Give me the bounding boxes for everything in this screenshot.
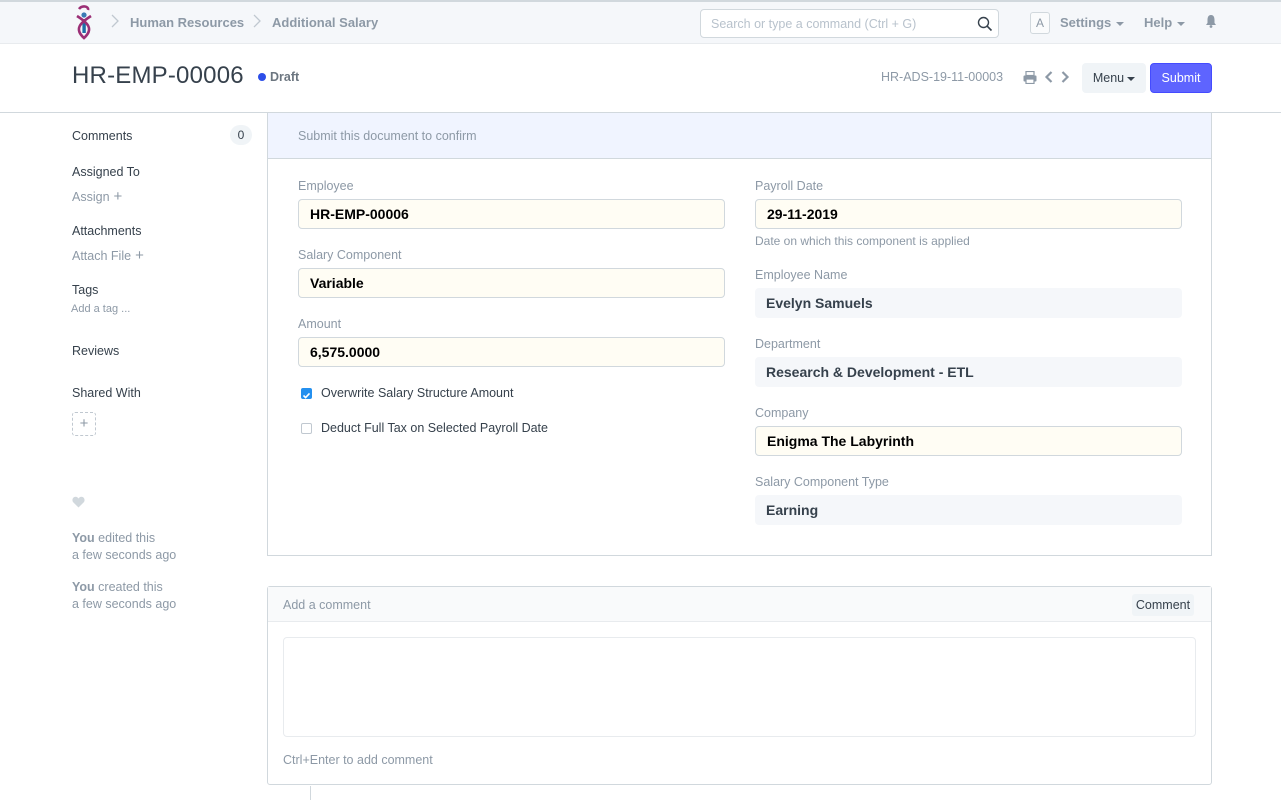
help-dropdown[interactable]: Help [1144, 15, 1186, 30]
timeline-entry: You created this a few seconds ago [72, 579, 176, 613]
document-name: HR-ADS-19-11-00003 [881, 70, 1004, 84]
company-label: Company [755, 406, 809, 420]
menu-label: Menu [1092, 71, 1125, 85]
deduct-full-tax-label[interactable]: Deduct Full Tax on Selected Payroll Date [321, 421, 548, 435]
comment-hint: Ctrl+Enter to add comment [283, 753, 433, 767]
caret-down-icon [1127, 76, 1136, 81]
assign-link[interactable]: Assign + [72, 188, 122, 205]
chevron-right-icon [253, 14, 261, 28]
timeline-when: a few seconds ago [72, 548, 177, 562]
timeline-when: a few seconds ago [72, 597, 177, 611]
sidebar-shared-with-label: Shared With [72, 386, 141, 400]
status-badge: Draft [270, 70, 300, 84]
timeline-line [310, 786, 311, 800]
sidebar-reviews-label: Reviews [72, 344, 120, 358]
search-input[interactable] [701, 10, 961, 37]
search-box [700, 9, 999, 38]
salary-component-label: Salary Component [298, 248, 402, 262]
assign-label: Assign [72, 190, 110, 204]
timeline-entry: You edited this a few seconds ago [72, 530, 176, 564]
print-icon[interactable] [1023, 71, 1037, 84]
heart-icon[interactable] [72, 496, 85, 508]
status-indicator-dot [258, 73, 266, 81]
timeline-who: You [72, 580, 95, 594]
salary-component-field[interactable]: Variable [298, 268, 725, 298]
erpnext-logo-icon[interactable] [72, 5, 96, 41]
comment-box-header: Add a comment Comment [268, 587, 1211, 622]
plus-icon: + [113, 188, 123, 205]
chevron-left-icon[interactable] [1044, 70, 1054, 84]
overwrite-salary-structure-label[interactable]: Overwrite Salary Structure Amount [321, 386, 513, 400]
payroll-date-field[interactable]: 29-11-2019 [755, 199, 1182, 229]
settings-label: Settings [1060, 15, 1112, 30]
sidebar-comments-label[interactable]: Comments [72, 129, 132, 143]
page-title: HR-EMP-00006 [72, 62, 244, 89]
department-value: Research & Development - ETL [755, 357, 1182, 387]
add-tag-input[interactable]: Add a tag ... [71, 303, 130, 315]
plus-icon: + [135, 247, 144, 264]
user-avatar[interactable]: A [1030, 12, 1050, 34]
page-head: HR-EMP-00006 Draft HR-ADS-19-11-00003 Me… [0, 45, 1281, 113]
bell-icon[interactable] [1205, 14, 1217, 28]
employee-field[interactable]: HR-EMP-00006 [298, 199, 725, 229]
payroll-date-label: Payroll Date [755, 179, 824, 193]
help-label: Help [1144, 15, 1173, 30]
attach-file-link[interactable]: Attach File + [72, 247, 144, 264]
sidebar-attachments-label: Attachments [72, 224, 142, 238]
chevron-right-icon [111, 14, 119, 28]
payroll-date-help: Date on which this component is applied [755, 234, 970, 248]
company-field[interactable]: Enigma The Labyrinth [755, 426, 1182, 456]
caret-down-icon [1116, 21, 1125, 26]
overwrite-salary-structure-checkbox[interactable] [301, 388, 312, 399]
comment-input[interactable] [283, 637, 1196, 737]
attach-file-label: Attach File [72, 249, 132, 263]
comments-count-badge: 0 [230, 125, 252, 145]
timeline-action: created this [98, 580, 163, 594]
amount-label: Amount [298, 317, 342, 331]
comment-button[interactable]: Comment [1132, 594, 1194, 616]
employee-name-value: Evelyn Samuels [755, 288, 1182, 318]
timeline-action: edited this [98, 531, 156, 545]
form-card: Submit this document to confirm Employee… [267, 113, 1212, 556]
comment-box-title: Add a comment [283, 598, 371, 612]
deduct-full-tax-checkbox[interactable] [301, 423, 312, 434]
breadcrumb-human-resources[interactable]: Human Resources [130, 15, 244, 30]
search-icon[interactable] [977, 16, 993, 32]
sidebar-assigned-to-label: Assigned To [72, 165, 140, 179]
plus-icon: + [79, 415, 89, 432]
add-share-button[interactable]: + [72, 412, 96, 436]
department-label: Department [755, 337, 821, 351]
checkmark-icon [302, 392, 311, 399]
form-message: Submit this document to confirm [268, 113, 1211, 159]
breadcrumb-additional-salary[interactable]: Additional Salary [272, 15, 378, 30]
menu-button[interactable]: Menu [1082, 63, 1146, 93]
submit-button[interactable]: Submit [1150, 63, 1212, 93]
amount-field[interactable]: 6,575.0000 [298, 337, 725, 367]
salary-component-type-value: Earning [755, 495, 1182, 525]
navbar: Human Resources Additional Salary A Sett… [0, 0, 1281, 44]
timeline-who: You [72, 531, 95, 545]
comment-box: Add a comment Comment Ctrl+Enter to add … [267, 586, 1212, 785]
settings-dropdown[interactable]: Settings [1060, 15, 1125, 30]
sidebar-tags-label: Tags [72, 283, 99, 297]
caret-down-icon [1177, 21, 1186, 26]
salary-component-type-label: Salary Component Type [755, 475, 889, 489]
form-message-text: Submit this document to confirm [298, 129, 477, 143]
chevron-right-icon[interactable] [1060, 70, 1070, 84]
employee-name-label: Employee Name [755, 268, 848, 282]
employee-label: Employee [298, 179, 354, 193]
